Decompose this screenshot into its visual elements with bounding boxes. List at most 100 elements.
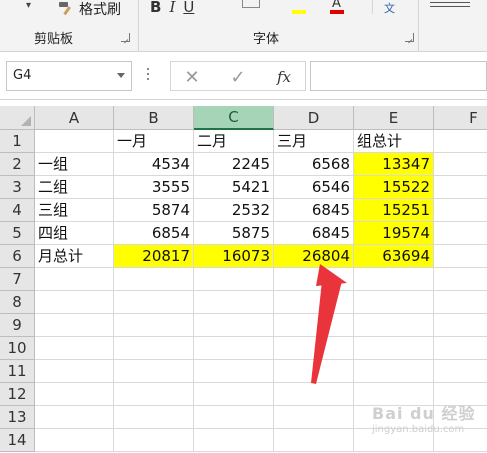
format-painter-button[interactable]: 格式刷 (58, 0, 121, 18)
cell-f10[interactable] (434, 337, 487, 360)
bold-button[interactable]: B (150, 0, 161, 16)
cell-e4[interactable]: 15251 (354, 199, 434, 222)
drag-handle-icon[interactable] (147, 68, 149, 82)
cell-b2[interactable]: 4534 (114, 153, 194, 176)
cell-d4[interactable]: 6845 (274, 199, 354, 222)
cell-c9[interactable] (194, 314, 274, 337)
cell-c12[interactable] (194, 383, 274, 406)
cell-b13[interactable] (114, 406, 194, 429)
cell-f8[interactable] (434, 291, 487, 314)
chevron-down-icon[interactable] (117, 73, 125, 78)
row-header[interactable]: 9 (0, 314, 35, 337)
row-header[interactable]: 10 (0, 337, 35, 360)
cell-a9[interactable] (35, 314, 114, 337)
cell-f1[interactable] (434, 130, 487, 153)
row-header[interactable]: 3 (0, 176, 35, 199)
row-header[interactable]: 2 (0, 153, 35, 176)
column-header-d[interactable]: D (274, 106, 354, 130)
column-header-e[interactable]: E (354, 106, 434, 130)
cell-a6[interactable]: 月总计 (35, 245, 114, 268)
name-box[interactable]: G4 (6, 61, 132, 91)
cell-d14[interactable] (274, 429, 354, 452)
cell-b12[interactable] (114, 383, 194, 406)
cell-a13[interactable] (35, 406, 114, 429)
cell-b3[interactable]: 3555 (114, 176, 194, 199)
cell-d8[interactable] (274, 291, 354, 314)
cell-b9[interactable] (114, 314, 194, 337)
highlight-color-button[interactable] (292, 0, 312, 14)
cell-c6[interactable]: 16073 (194, 245, 274, 268)
cell-c10[interactable] (194, 337, 274, 360)
cell-c1[interactable]: 二月 (194, 130, 274, 153)
cell-e5[interactable]: 19574 (354, 222, 434, 245)
clipboard-launcher-icon[interactable] (121, 33, 130, 42)
cell-e7[interactable] (354, 268, 434, 291)
row-header[interactable]: 6 (0, 245, 35, 268)
phonetic-guide-button[interactable]: 文 (384, 0, 395, 16)
formula-input[interactable] (310, 61, 487, 91)
font-color-button[interactable]: A (330, 0, 350, 14)
cell-c2[interactable]: 2245 (194, 153, 274, 176)
cell-b4[interactable]: 5874 (114, 199, 194, 222)
paste-dropdown-icon[interactable]: ▾ (26, 0, 31, 11)
column-header-f[interactable]: F (434, 106, 487, 130)
cell-d3[interactable]: 6546 (274, 176, 354, 199)
cell-f6[interactable] (434, 245, 487, 268)
font-launcher-icon[interactable] (405, 33, 414, 42)
cell-e10[interactable] (354, 337, 434, 360)
cell-d9[interactable] (274, 314, 354, 337)
row-header[interactable]: 4 (0, 199, 35, 222)
cell-e3[interactable]: 15522 (354, 176, 434, 199)
cell-f5[interactable] (434, 222, 487, 245)
cell-c8[interactable] (194, 291, 274, 314)
cell-a5[interactable]: 四组 (35, 222, 114, 245)
underline-button[interactable]: U (183, 0, 194, 16)
cell-a7[interactable] (35, 268, 114, 291)
cell-e8[interactable] (354, 291, 434, 314)
cell-a2[interactable]: 一组 (35, 153, 114, 176)
cell-c4[interactable]: 2532 (194, 199, 274, 222)
cell-c7[interactable] (194, 268, 274, 291)
cell-f2[interactable] (434, 153, 487, 176)
cell-d1[interactable]: 三月 (274, 130, 354, 153)
cell-f7[interactable] (434, 268, 487, 291)
cell-e9[interactable] (354, 314, 434, 337)
cell-d12[interactable] (274, 383, 354, 406)
cancel-icon[interactable]: ✕ (179, 65, 205, 89)
cell-b10[interactable] (114, 337, 194, 360)
cell-f11[interactable] (434, 360, 487, 383)
cell-b5[interactable]: 6854 (114, 222, 194, 245)
cell-a1[interactable] (35, 130, 114, 153)
italic-button[interactable]: I (169, 0, 175, 16)
cell-a12[interactable] (35, 383, 114, 406)
cell-d10[interactable] (274, 337, 354, 360)
row-header[interactable]: 8 (0, 291, 35, 314)
cell-c5[interactable]: 5875 (194, 222, 274, 245)
row-header[interactable]: 5 (0, 222, 35, 245)
cell-d6[interactable]: 26804 (274, 245, 354, 268)
cell-c3[interactable]: 5421 (194, 176, 274, 199)
cell-d5[interactable]: 6845 (274, 222, 354, 245)
cell-d2[interactable]: 6568 (274, 153, 354, 176)
select-all-button[interactable] (0, 106, 35, 130)
cell-c11[interactable] (194, 360, 274, 383)
cell-a4[interactable]: 三组 (35, 199, 114, 222)
row-header[interactable]: 13 (0, 406, 35, 429)
cell-e11[interactable] (354, 360, 434, 383)
cell-b1[interactable]: 一月 (114, 130, 194, 153)
cell-c14[interactable] (194, 429, 274, 452)
cell-d13[interactable] (274, 406, 354, 429)
cell-b8[interactable] (114, 291, 194, 314)
cell-f9[interactable] (434, 314, 487, 337)
row-header[interactable]: 11 (0, 360, 35, 383)
enter-icon[interactable]: ✓ (225, 65, 251, 89)
cell-a11[interactable] (35, 360, 114, 383)
cell-e1[interactable]: 组总计 (354, 130, 434, 153)
cell-e6[interactable]: 63694 (354, 245, 434, 268)
cell-b7[interactable] (114, 268, 194, 291)
border-icon[interactable] (242, 0, 260, 8)
row-header[interactable]: 14 (0, 429, 35, 452)
row-header[interactable]: 12 (0, 383, 35, 406)
cell-f3[interactable] (434, 176, 487, 199)
row-header[interactable]: 7 (0, 268, 35, 291)
